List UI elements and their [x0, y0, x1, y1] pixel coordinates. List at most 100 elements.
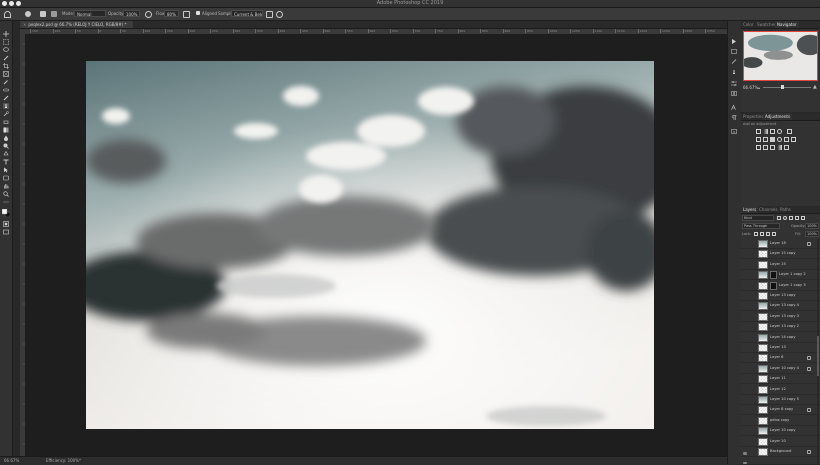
layer-row[interactable]: Layer 6: [741, 353, 820, 364]
eye-hidden-icon[interactable]: [743, 408, 747, 411]
history-brush-tool-icon[interactable]: [3, 111, 9, 117]
pen-tool-icon[interactable]: [3, 151, 9, 157]
healing-brush-tool-icon[interactable]: [3, 87, 9, 93]
eye-hidden-icon[interactable]: [743, 263, 747, 266]
toggle-brush-panel-icon[interactable]: [40, 11, 46, 17]
history-icon[interactable]: [731, 39, 737, 54]
eye-hidden-icon[interactable]: [743, 356, 747, 359]
zoom-tool-icon[interactable]: [3, 191, 9, 197]
eye-hidden-icon[interactable]: [743, 346, 747, 349]
brush-settings-icon[interactable]: [731, 49, 737, 64]
lock-position-icon[interactable]: [766, 232, 770, 236]
quick-select-tool-icon[interactable]: [3, 55, 9, 61]
threshold-icon[interactable]: [770, 145, 775, 150]
layer-row[interactable]: Layer 1 copy 3: [741, 281, 820, 291]
photo-filter-icon[interactable]: [777, 137, 782, 142]
tab-adjustments[interactable]: Adjustments: [763, 113, 793, 120]
eye-hidden-icon[interactable]: [743, 367, 747, 370]
sample-select[interactable]: Current & Below: [231, 10, 263, 17]
selective-color-icon[interactable]: [784, 145, 789, 150]
layer-row[interactable]: pelos copy: [741, 416, 820, 426]
path-select-tool-icon[interactable]: [3, 167, 9, 173]
eyedropper-tool-icon[interactable]: [3, 79, 9, 85]
layer-row[interactable]: Layer 8 copy: [741, 405, 820, 416]
status-zoom[interactable]: 66.67%: [4, 458, 19, 463]
eye-hidden-icon[interactable]: [743, 325, 747, 328]
frame-tool-icon[interactable]: [3, 71, 9, 77]
layer-row[interactable]: Layer 11: [741, 374, 820, 385]
exposure-icon[interactable]: [777, 129, 782, 134]
edit-toolbar-icon[interactable]: [3, 199, 9, 205]
layer-effect-icon[interactable]: [807, 450, 811, 454]
eye-hidden-icon[interactable]: [743, 419, 747, 422]
layer-effect-icon[interactable]: [807, 356, 811, 361]
eye-hidden-icon[interactable]: [743, 398, 747, 401]
layer-row[interactable]: Layer 10 copy: [741, 426, 820, 437]
layer-effect-icon[interactable]: [807, 408, 811, 413]
move-tool-icon[interactable]: [3, 31, 9, 37]
gradient-tool-icon[interactable]: [3, 127, 9, 133]
adjust-sliders-icon[interactable]: [731, 71, 737, 86]
filter-type-icon[interactable]: [789, 215, 793, 220]
lasso-tool-icon[interactable]: [3, 47, 9, 53]
blur-tool-icon[interactable]: [3, 135, 9, 141]
eye-hidden-icon[interactable]: [743, 304, 747, 307]
filter-shape-icon[interactable]: [795, 215, 799, 220]
layer-opacity-field[interactable]: 100%: [805, 223, 819, 229]
layer-row[interactable]: Layer 10: [741, 437, 820, 455]
ignore-adjustment-icon[interactable]: [266, 11, 273, 18]
tab-navigator[interactable]: Navigator: [775, 21, 799, 28]
gradient-map-icon[interactable]: [777, 145, 782, 150]
screen-mode-icon[interactable]: [3, 229, 9, 235]
eye-hidden-icon[interactable]: [743, 284, 747, 287]
rectangle-tool-icon[interactable]: [3, 175, 9, 181]
eye-hidden-icon[interactable]: [743, 315, 747, 318]
eye-hidden-icon[interactable]: [743, 336, 747, 339]
lock-transparency-icon[interactable]: [754, 232, 758, 236]
layer-row[interactable]: Layer 13 copy 3: [741, 312, 820, 322]
layer-row[interactable]: Layer 10 copy 4: [741, 364, 820, 374]
info-icon[interactable]: [731, 119, 737, 134]
blend-mode-select[interactable]: Pass Through: [742, 223, 780, 229]
vibrance-icon[interactable]: [787, 129, 792, 134]
brush-tool-icon[interactable]: [3, 95, 9, 101]
eraser-tool-icon[interactable]: [3, 119, 9, 125]
close-tab-icon[interactable]: ×: [23, 22, 26, 27]
play-actions-icon[interactable]: [731, 29, 737, 44]
layer-row[interactable]: Layer 18: [741, 239, 820, 249]
quick-mask-icon[interactable]: [3, 221, 9, 227]
layer-kind-filter[interactable]: Kind: [742, 215, 774, 221]
tab-properties[interactable]: Properties: [741, 113, 765, 120]
filter-adjustment-icon[interactable]: [783, 215, 787, 220]
layer-row[interactable]: Layer 1 copy 2: [741, 270, 820, 281]
curves-icon[interactable]: [770, 129, 775, 134]
color-balance-icon[interactable]: [763, 137, 768, 142]
aligned-checkbox[interactable]: [196, 11, 200, 15]
hand-tool-icon[interactable]: [3, 183, 9, 189]
flow-field[interactable]: 80%: [164, 10, 179, 17]
filter-smart-object-icon[interactable]: [801, 215, 805, 220]
layer-effect-icon[interactable]: [807, 242, 811, 246]
color-swatches-icon[interactable]: [2, 209, 10, 217]
eye-hidden-icon[interactable]: [743, 388, 747, 391]
lock-all-icon[interactable]: [772, 232, 776, 236]
type-tool-icon[interactable]: [3, 159, 9, 165]
brightness-contrast-icon[interactable]: [756, 129, 761, 134]
filter-pixel-icon[interactable]: [777, 215, 781, 220]
dodge-tool-icon[interactable]: [3, 143, 9, 149]
airbrush-icon[interactable]: [183, 11, 190, 18]
brush-preset-icon[interactable]: [25, 11, 31, 17]
document-tab[interactable]: × peqlex2.psd @ 66.7% (RELOJ Y CIELO, RGB…: [20, 21, 133, 28]
eye-hidden-icon[interactable]: [743, 294, 747, 297]
crop-tool-icon[interactable]: [3, 63, 9, 69]
layer-row[interactable]: Layer 13 copy 2: [741, 322, 820, 333]
layer-row[interactable]: Layer 15 copy: [741, 249, 820, 260]
eye-hidden-icon[interactable]: [743, 242, 747, 245]
eye-icon[interactable]: [742, 440, 748, 455]
layer-mask-thumbnail[interactable]: [770, 281, 777, 290]
fill-field[interactable]: 100%: [805, 231, 819, 237]
layer-row[interactable]: Layer 13: [741, 343, 820, 353]
color-lookup-icon[interactable]: [791, 137, 796, 142]
layer-effect-icon[interactable]: [807, 366, 811, 371]
layer-row[interactable]: Layer 12: [741, 385, 820, 395]
